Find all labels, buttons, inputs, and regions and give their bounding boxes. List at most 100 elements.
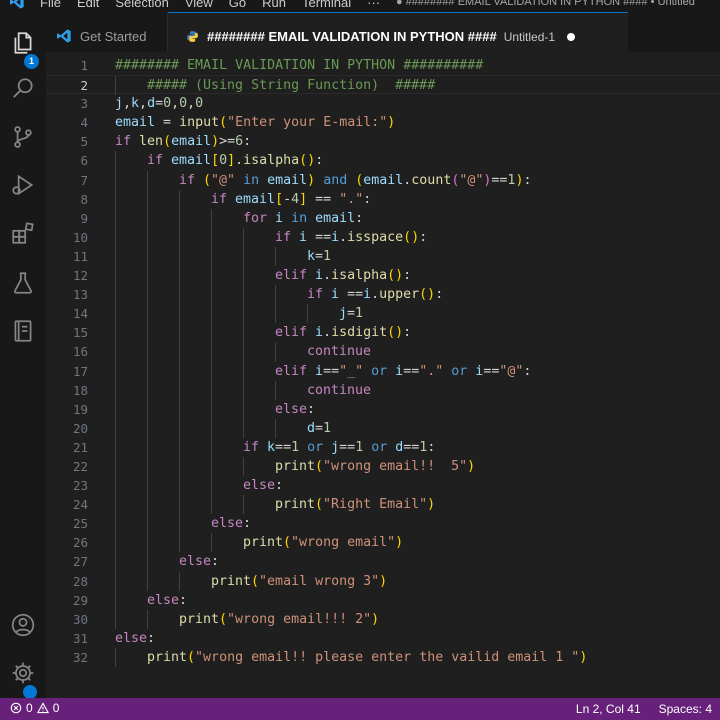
code-text: ##### (Using String Function) ##### <box>147 78 436 94</box>
code-line[interactable]: 17 elif i=="_" or i=="." or i=="@": <box>46 361 720 381</box>
indent-guide <box>115 590 116 610</box>
menu-go[interactable]: Go <box>229 0 246 10</box>
code-line[interactable]: 20 d=1 <box>46 418 720 438</box>
indent-guide <box>115 342 116 362</box>
vscode-logo-icon[interactable] <box>8 0 26 10</box>
code-line[interactable]: 16 continue <box>46 342 720 362</box>
code-line[interactable]: 30 print("wrong email!!! 2") <box>46 609 720 629</box>
code-text: else: <box>275 401 316 417</box>
testing-button[interactable] <box>8 268 38 298</box>
indent-guide <box>115 208 116 228</box>
indent-guide <box>211 266 212 286</box>
code-line[interactable]: 6 if email[0].isalpha(): <box>46 151 720 171</box>
code-line[interactable]: 11 k=1 <box>46 246 720 267</box>
code-line[interactable]: 29 else: <box>46 590 720 610</box>
code-line[interactable]: 22 print("wrong email!! 5") <box>46 456 720 477</box>
code-editor[interactable]: 1 ######## EMAIL VALIDATION IN PYTHON ###… <box>46 52 720 698</box>
code-line[interactable]: 10 if i ==i.isspace(): <box>46 227 720 247</box>
menu-selection[interactable]: Selection <box>115 0 168 10</box>
code-line[interactable]: 31 else: <box>46 629 720 648</box>
code-line[interactable]: 15 elif i.isdigit(): <box>46 323 720 343</box>
code-text: print("wrong email!!! 2") <box>179 611 380 627</box>
indent-guide <box>147 266 148 286</box>
code-line[interactable]: 4 email = input("Enter your E-mail:") <box>46 113 720 132</box>
extensions-button[interactable] <box>8 218 38 248</box>
menu-view[interactable]: View <box>185 0 213 10</box>
indent-guide <box>147 609 148 629</box>
code-line[interactable]: 28 print("email wrong 3") <box>46 571 720 591</box>
indent-guide <box>147 208 148 228</box>
code-text: elif i.isalpha(): <box>275 268 412 284</box>
indent-guide <box>115 304 116 324</box>
unsaved-dot-icon[interactable] <box>567 32 576 41</box>
code-line[interactable]: 25 else: <box>46 514 720 534</box>
code-text: if i ==i.upper(): <box>307 287 444 303</box>
line-number: 18 <box>72 382 88 398</box>
source-control-button[interactable] <box>8 122 38 152</box>
code-line[interactable]: 21 if k==1 or j==1 or d==1: <box>46 437 720 457</box>
update-badge <box>23 685 37 699</box>
code-line[interactable]: 12 elif i.isalpha(): <box>46 266 720 286</box>
indent-guide <box>147 304 148 324</box>
indent-guide <box>115 418 116 438</box>
indent-guide <box>211 437 212 457</box>
code-line[interactable]: 32 print("wrong email!! please enter the … <box>46 647 720 667</box>
indent-guide <box>211 304 212 324</box>
indent-guide <box>211 227 212 247</box>
code-text: if i ==i.isspace(): <box>275 229 428 245</box>
code-line[interactable]: 14 j=1 <box>46 304 720 324</box>
code-text: continue <box>307 382 372 398</box>
code-text: if email[0].isalpha(): <box>147 153 324 169</box>
indent-guide <box>147 380 148 400</box>
code-line[interactable]: 5 if len(email)>=6: <box>46 132 720 151</box>
menu-edit[interactable]: Edit <box>77 0 99 10</box>
code-text: j=1 <box>339 306 364 322</box>
line-number: 6 <box>80 153 88 169</box>
code-line[interactable]: 9 for i in email: <box>46 208 720 228</box>
indent-guide <box>115 476 116 496</box>
code-line[interactable]: 19 else: <box>46 399 720 419</box>
indent-guide <box>179 456 180 477</box>
line-number: 1 <box>80 58 88 73</box>
indent-guide <box>147 418 148 438</box>
code-text: print("wrong email!! 5") <box>275 458 476 474</box>
code-text: print("email wrong 3") <box>211 573 388 589</box>
indent-guide <box>179 476 180 496</box>
notebook-button[interactable] <box>8 316 38 346</box>
code-line[interactable]: 8 if email[-4] == ".": <box>46 189 720 209</box>
indent-guide <box>243 495 244 515</box>
menu-file[interactable]: File <box>40 0 61 10</box>
line-number: 25 <box>72 516 88 532</box>
menu-run[interactable]: Run <box>262 0 286 10</box>
code-text: for i in email: <box>243 210 364 226</box>
menu-more[interactable]: ··· <box>367 0 380 10</box>
code-line[interactable]: 7 if ("@" in email) and (email.count("@")… <box>46 170 720 190</box>
problems-indicator[interactable]: 0 0 <box>10 701 59 715</box>
code-line[interactable]: 13 if i ==i.upper(): <box>46 285 720 305</box>
code-line[interactable]: 18 continue <box>46 380 720 400</box>
code-line[interactable]: 26 print("wrong email") <box>46 533 720 553</box>
code-line[interactable]: 2 ##### (Using String Function) ##### <box>46 75 720 96</box>
run-debug-button[interactable] <box>8 170 38 200</box>
code-line[interactable]: 24 print("Right Email") <box>46 495 720 515</box>
indent-guide <box>307 304 308 324</box>
error-icon <box>10 702 22 714</box>
indentation-setting[interactable]: Spaces: 4 <box>659 702 712 716</box>
cursor-position[interactable]: Ln 2, Col 41 <box>576 702 641 716</box>
accounts-button[interactable] <box>8 610 38 640</box>
indent-guide <box>243 227 244 247</box>
indent-guide <box>115 495 116 515</box>
indent-guide <box>211 456 212 477</box>
indent-guide <box>147 514 148 534</box>
search-button[interactable] <box>8 74 38 104</box>
manage-button[interactable] <box>8 658 38 688</box>
code-line[interactable]: 27 else: <box>46 552 720 572</box>
warning-icon <box>36 702 49 714</box>
indent-guide <box>115 552 116 572</box>
menu-terminal[interactable]: Terminal <box>302 0 351 10</box>
line-number: 20 <box>72 420 88 436</box>
code-line[interactable]: 23 else: <box>46 476 720 496</box>
code-line[interactable]: 1 ######## EMAIL VALIDATION IN PYTHON ###… <box>46 56 720 75</box>
code-lines[interactable]: 1 ######## EMAIL VALIDATION IN PYTHON ###… <box>46 52 720 667</box>
code-line[interactable]: 3 j,k,d=0,0,0 <box>46 94 720 113</box>
